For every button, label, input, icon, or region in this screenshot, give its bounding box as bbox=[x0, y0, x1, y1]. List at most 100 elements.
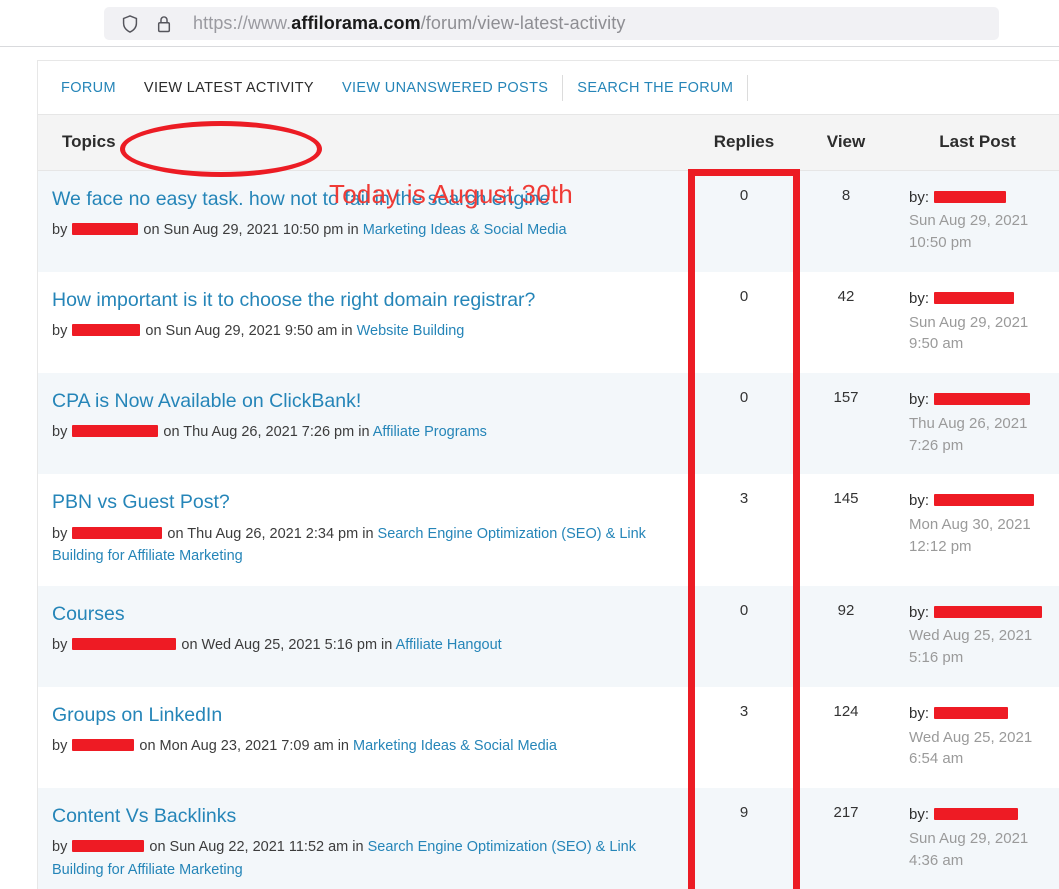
last-post-by: by: bbox=[909, 391, 1031, 408]
url-text[interactable]: https://www.affilorama.com/forum/view-la… bbox=[193, 13, 625, 34]
tab-forum[interactable]: FORUM bbox=[61, 80, 130, 96]
table-row[interactable]: Content Vs Backlinks by on Sun Aug 22, 20… bbox=[38, 788, 1059, 889]
table-row[interactable]: How important is it to choose the right … bbox=[38, 271, 1059, 373]
topic-title-link[interactable]: We face no easy task. how not to fail in… bbox=[52, 187, 677, 211]
redacted-author bbox=[72, 739, 135, 752]
redacted-author bbox=[72, 526, 163, 539]
last-post-by-label: by: bbox=[909, 391, 930, 408]
by-label: by bbox=[52, 221, 68, 238]
replies-cell: 3 bbox=[691, 686, 797, 789]
last-post-by-label: by: bbox=[909, 806, 930, 824]
views-cell: 92 bbox=[797, 585, 895, 687]
topic-cell: Content Vs Backlinks by on Sun Aug 22, 20… bbox=[38, 788, 691, 889]
redacted-last-post-author bbox=[934, 190, 1007, 203]
forum-category-link[interactable]: Marketing Ideas & Social Media bbox=[363, 222, 567, 238]
topic-meta: by on Sun Aug 22, 2021 11:52 am in Searc… bbox=[52, 836, 677, 881]
topic-meta: by on Thu Aug 26, 2021 2:34 pm in Search… bbox=[52, 523, 677, 568]
column-header-topics[interactable]: Topics bbox=[38, 115, 691, 171]
replies-cell: 0 bbox=[691, 373, 797, 475]
redacted-last-post-author bbox=[934, 605, 1043, 618]
views-cell: 42 bbox=[797, 271, 895, 373]
redacted-last-post-author bbox=[934, 291, 1015, 304]
last-post-by-label: by: bbox=[909, 704, 930, 722]
tab-view-unanswered-posts[interactable]: VIEW UNANSWERED POSTS bbox=[328, 80, 562, 96]
forum-category-link[interactable]: Website Building bbox=[357, 323, 465, 339]
views-cell: 124 bbox=[797, 686, 895, 789]
replies-cell: 9 bbox=[691, 788, 797, 889]
posted-date: on Wed Aug 25, 2021 5:16 pm in bbox=[181, 636, 393, 653]
last-post-by: by: bbox=[909, 492, 1035, 509]
posted-date: on Sun Aug 22, 2021 11:52 am in bbox=[149, 839, 364, 856]
browser-toolbar: https://www.affilorama.com/forum/view-la… bbox=[0, 0, 1059, 47]
table-header-row: Topics Replies View Last Post bbox=[38, 115, 1059, 171]
forum-nav-tabs: FORUM VIEW LATEST ACTIVITY VIEW UNANSWER… bbox=[38, 61, 1059, 115]
redacted-last-post-author bbox=[934, 706, 1009, 719]
topic-meta: by on Thu Aug 26, 2021 7:26 pm in Affili… bbox=[52, 421, 677, 443]
last-post-by: by: bbox=[909, 189, 1007, 206]
posted-date: on Thu Aug 26, 2021 7:26 pm in bbox=[163, 424, 370, 441]
topic-title-link[interactable]: Courses bbox=[52, 602, 677, 626]
topic-title-link[interactable]: Groups on LinkedIn bbox=[52, 703, 677, 727]
by-label: by bbox=[52, 525, 68, 542]
by-label: by bbox=[52, 636, 68, 653]
last-post-cell: by: Thu Aug 26, 2021 7:26 pm bbox=[895, 373, 1059, 475]
redacted-author bbox=[72, 840, 145, 853]
last-post-by-label: by: bbox=[909, 603, 930, 621]
last-post-date: Mon Aug 30, 2021 12:12 pm bbox=[909, 516, 1031, 555]
forum-content-card: FORUM VIEW LATEST ACTIVITY VIEW UNANSWER… bbox=[37, 60, 1059, 889]
table-header: Topics Replies View Last Post bbox=[38, 115, 1059, 171]
tab-view-latest-activity[interactable]: VIEW LATEST ACTIVITY bbox=[130, 80, 328, 96]
last-post-cell: by: Sun Aug 29, 2021 10:50 pm bbox=[895, 170, 1059, 272]
last-post-by-label: by: bbox=[909, 188, 930, 206]
last-post-date: Thu Aug 26, 2021 7:26 pm bbox=[909, 414, 1028, 454]
topic-title-link[interactable]: How important is it to choose the right … bbox=[52, 288, 677, 312]
last-post-cell: by: Wed Aug 25, 2021 5:16 pm bbox=[895, 585, 1059, 687]
column-header-replies[interactable]: Replies bbox=[691, 115, 797, 171]
topic-title-link[interactable]: Content Vs Backlinks bbox=[52, 804, 677, 828]
column-header-view[interactable]: View bbox=[797, 115, 895, 171]
topic-cell: How important is it to choose the right … bbox=[38, 271, 691, 373]
forum-category-link[interactable]: Affiliate Programs bbox=[373, 424, 487, 440]
address-bar[interactable]: https://www.affilorama.com/forum/view-la… bbox=[104, 7, 999, 40]
latest-activity-table: Topics Replies View Last Post We face no… bbox=[38, 115, 1059, 889]
last-post-date: Wed Aug 25, 2021 5:16 pm bbox=[909, 627, 1033, 667]
views-cell: 145 bbox=[797, 474, 895, 586]
topic-meta: by on Sun Aug 29, 2021 9:50 am in Websit… bbox=[52, 320, 677, 342]
topic-cell: Courses by on Wed Aug 25, 2021 5:16 pm in… bbox=[38, 585, 691, 687]
topic-title-link[interactable]: CPA is Now Available on ClickBank! bbox=[52, 389, 677, 413]
topic-cell: CPA is Now Available on ClickBank! by on … bbox=[38, 373, 691, 475]
table-row[interactable]: We face no easy task. how not to fail in… bbox=[38, 170, 1059, 272]
redacted-last-post-author bbox=[934, 393, 1031, 405]
redacted-last-post-author bbox=[934, 808, 1019, 821]
replies-cell: 3 bbox=[691, 474, 797, 586]
forum-category-link[interactable]: Marketing Ideas & Social Media bbox=[353, 738, 557, 754]
redacted-author bbox=[72, 425, 159, 438]
column-header-last-post[interactable]: Last Post bbox=[895, 115, 1059, 171]
table-body: We face no easy task. how not to fail in… bbox=[38, 170, 1059, 889]
last-post-date: Sun Aug 29, 2021 10:50 pm bbox=[909, 212, 1029, 251]
lock-icon bbox=[153, 13, 175, 35]
forum-category-link[interactable]: Affiliate Hangout bbox=[396, 637, 502, 653]
topic-title-link[interactable]: PBN vs Guest Post? bbox=[52, 490, 677, 514]
by-label: by bbox=[52, 738, 68, 755]
by-label: by bbox=[52, 323, 68, 340]
views-cell: 217 bbox=[797, 788, 895, 889]
last-post-by: by: bbox=[909, 290, 1015, 307]
replies-cell: 0 bbox=[691, 271, 797, 373]
posted-date: on Sun Aug 29, 2021 9:50 am in bbox=[145, 323, 353, 340]
last-post-cell: by: Sun Aug 29, 2021 9:50 am bbox=[895, 271, 1059, 373]
url-domain: affilorama.com bbox=[291, 13, 421, 33]
table-row[interactable]: CPA is Now Available on ClickBank! by on … bbox=[38, 373, 1059, 475]
posted-date: on Sun Aug 29, 2021 10:50 pm in bbox=[143, 221, 359, 238]
last-post-by: by: bbox=[909, 705, 1009, 722]
replies-cell: 0 bbox=[691, 585, 797, 687]
tab-search-the-forum[interactable]: SEARCH THE FORUM bbox=[563, 80, 747, 96]
redacted-last-post-author bbox=[934, 494, 1035, 507]
last-post-date: Sun Aug 29, 2021 9:50 am bbox=[909, 313, 1029, 353]
by-label: by bbox=[52, 839, 68, 856]
table-row[interactable]: Courses by on Wed Aug 25, 2021 5:16 pm in… bbox=[38, 585, 1059, 687]
topic-cell: Groups on LinkedIn by on Mon Aug 23, 2021… bbox=[38, 686, 691, 789]
topic-cell: PBN vs Guest Post? by on Thu Aug 26, 2021… bbox=[38, 474, 691, 586]
table-row[interactable]: Groups on LinkedIn by on Mon Aug 23, 2021… bbox=[38, 686, 1059, 789]
table-row[interactable]: PBN vs Guest Post? by on Thu Aug 26, 2021… bbox=[38, 474, 1059, 586]
